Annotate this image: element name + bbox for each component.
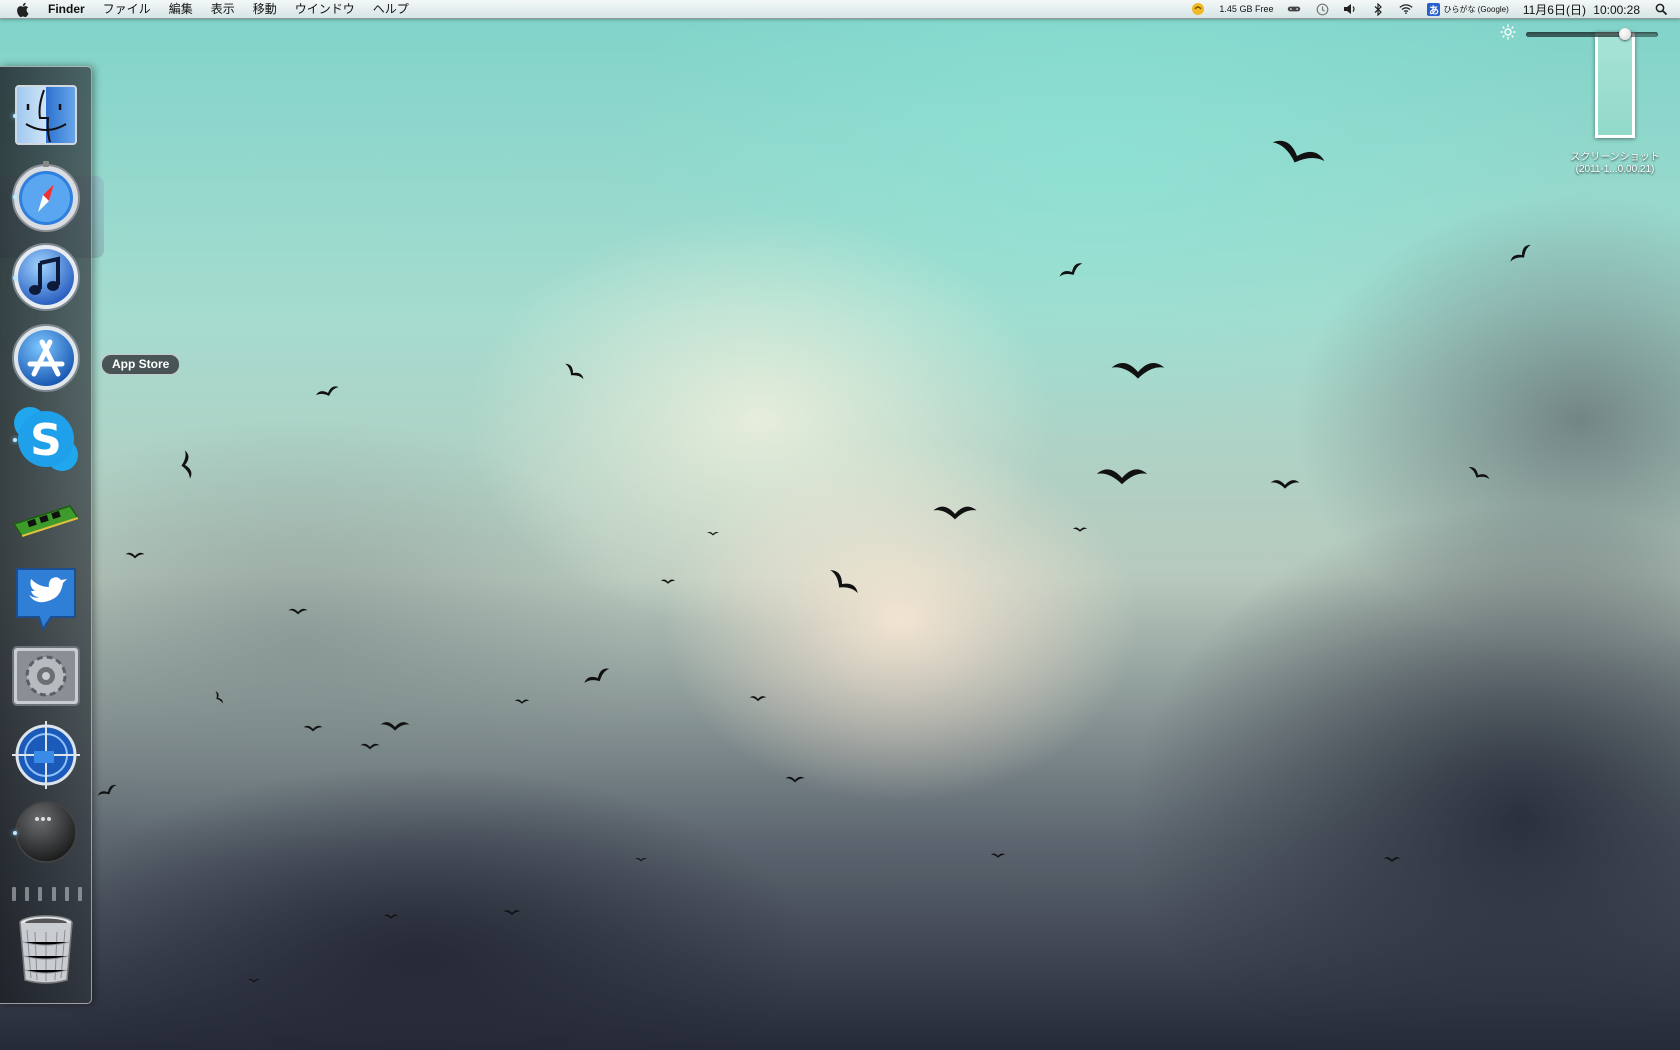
- wifi-icon[interactable]: [1399, 2, 1414, 16]
- dock-item-trash[interactable]: [9, 914, 83, 991]
- screen-sharing-icon: [10, 719, 82, 796]
- dock-item-memory[interactable]: [9, 485, 83, 559]
- menu-view[interactable]: 表示: [211, 0, 235, 18]
- running-indicator: [13, 114, 17, 118]
- file-label-line2: (2011-1...0.00.21): [1575, 164, 1655, 175]
- menu-app-name[interactable]: Finder: [48, 0, 85, 18]
- dock-item-itunes[interactable]: [9, 242, 83, 316]
- wallpaper-birds: [96, 137, 1535, 983]
- brightness-fill: [1526, 31, 1625, 37]
- clock-time: 10:00:28: [1593, 2, 1640, 17]
- disk-free-label[interactable]: 1.45 GB Free: [1219, 4, 1273, 14]
- menu-edit[interactable]: 編集: [169, 0, 193, 18]
- dock-item-finder[interactable]: [9, 80, 83, 154]
- running-indicator: [13, 276, 17, 280]
- dock-item-twitter[interactable]: [9, 562, 83, 636]
- trash-icon: [17, 914, 75, 991]
- dock: S: [0, 66, 92, 1004]
- memory-ram-icon: [10, 500, 82, 545]
- dock-item-skype[interactable]: S: [9, 404, 83, 478]
- input-method-label[interactable]: ひらがな (Google): [1443, 4, 1508, 15]
- brightness-slider[interactable]: [1500, 24, 1670, 44]
- dock-tooltip: App Store: [101, 354, 181, 375]
- input-method-icon[interactable]: あ: [1427, 2, 1441, 17]
- gamepad-icon[interactable]: [1287, 2, 1301, 16]
- file-label[interactable]: スクリーンショット (2011-1...0.00.21): [1560, 152, 1670, 176]
- finder-icon: [14, 84, 78, 151]
- growl-icon[interactable]: [1191, 2, 1205, 16]
- dock-item-screen-sharing[interactable]: [9, 720, 83, 794]
- dock-separator[interactable]: [12, 887, 82, 901]
- running-indicator: [13, 438, 17, 442]
- safari-icon: [10, 160, 82, 237]
- dock-item-system-preferences[interactable]: [9, 641, 83, 715]
- file-thumbnail[interactable]: [1595, 32, 1635, 138]
- brightness-track[interactable]: [1526, 27, 1658, 40]
- menu-bar-left: Finder ファイル 編集 表示 移動 ウインドウ ヘルプ: [16, 0, 427, 18]
- desktop[interactable]: Finder ファイル 編集 表示 移動 ウインドウ ヘルプ 1.45 GB F…: [0, 0, 1680, 1050]
- more-dots-icon: [13, 799, 79, 870]
- spotlight-icon[interactable]: [1654, 2, 1668, 16]
- file-label-line1: スクリーンショット: [1570, 152, 1660, 163]
- running-indicator: [13, 831, 17, 835]
- dock-item-more[interactable]: [9, 797, 83, 871]
- desktop-file-screenshot[interactable]: スクリーンショット (2011-1...0.00.21): [1560, 32, 1670, 176]
- dock-item-safari[interactable]: [9, 160, 83, 237]
- menu-window[interactable]: ウインドウ: [295, 0, 355, 18]
- clock[interactable]: 11月6日(日) 10:00:28: [1523, 1, 1640, 18]
- apple-menu-icon[interactable]: [16, 2, 30, 17]
- svg-text:S: S: [30, 415, 62, 466]
- bluetooth-icon[interactable]: [1371, 2, 1385, 16]
- menu-bar-right: 1.45 GB Free あ ひらがな (Google) 11月6日(日) 10…: [1177, 0, 1668, 18]
- skype-icon: S: [10, 403, 82, 480]
- app-store-icon: [10, 322, 82, 399]
- clock-date: 11月6日(日): [1522, 2, 1586, 17]
- dock-item-app-store[interactable]: [9, 323, 83, 397]
- menu-bar: Finder ファイル 編集 表示 移動 ウインドウ ヘルプ 1.45 GB F…: [0, 0, 1680, 19]
- brightness-knob[interactable]: [1619, 27, 1631, 40]
- itunes-icon: [10, 241, 82, 318]
- brightness-icon: [1500, 24, 1516, 45]
- twitter-icon: [11, 561, 81, 638]
- system-preferences-icon: [11, 645, 81, 712]
- running-indicator: [13, 195, 17, 199]
- menu-help[interactable]: ヘルプ: [373, 0, 409, 18]
- volume-icon[interactable]: [1343, 2, 1357, 16]
- menu-file[interactable]: ファイル: [103, 0, 151, 18]
- time-machine-icon[interactable]: [1315, 2, 1329, 16]
- menu-go[interactable]: 移動: [253, 0, 277, 18]
